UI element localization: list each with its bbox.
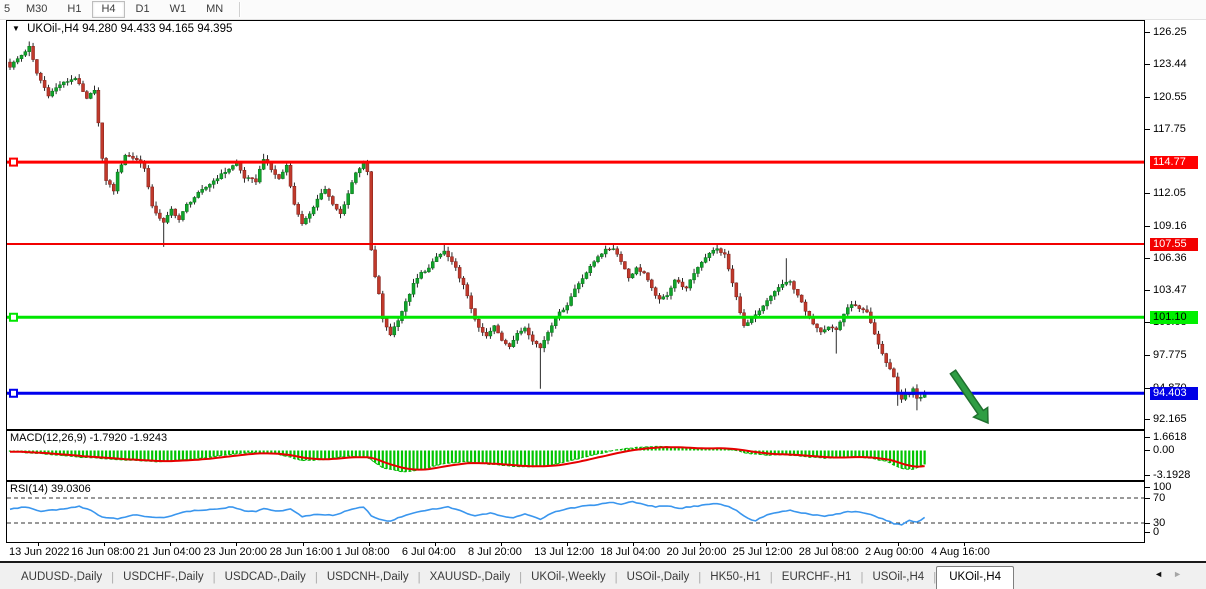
timeframe-button-h4[interactable]: H4 <box>92 1 124 18</box>
chart-frame <box>6 20 1145 543</box>
rsi-tick-100-dash <box>1145 487 1150 488</box>
price-tick-103.47: 103.47 <box>1153 284 1187 296</box>
rsi-indicator-label: RSI(14) 39.0306 <box>10 483 91 495</box>
macd-tick-0.00-dash <box>1145 450 1150 451</box>
tab-eurchf-h1[interactable]: EURCHF-,H1 <box>773 568 861 589</box>
tab-xauusd-daily[interactable]: XAUUSD-,Daily <box>421 568 520 589</box>
price-tick-97.775-dash <box>1145 355 1150 356</box>
price-tick-92.165: 92.165 <box>1153 413 1187 425</box>
price-chart-canvas[interactable] <box>7 21 1144 429</box>
macd-tick--3.1928-dash <box>1145 475 1150 476</box>
hline-handle[interactable] <box>10 390 17 397</box>
price-tick-109.16-dash <box>1145 226 1150 227</box>
time-label-3: 23 Jun 20:00 <box>203 546 267 558</box>
timeframe-button-w1[interactable]: W1 <box>161 1 196 18</box>
chart-title: ▼ UKOil-,H4 94.280 94.433 94.165 94.395 <box>12 23 232 35</box>
tab-audusd-daily[interactable]: AUDUSD-,Daily <box>12 568 111 589</box>
chart-tab-bar: AUDUSD-,Daily|USDCHF-,Daily|USDCAD-,Dail… <box>0 563 1206 589</box>
chart-symbol: UKOil-,H4 <box>27 23 79 35</box>
price-tick-120.55: 120.55 <box>1153 91 1187 103</box>
time-label-12: 28 Jul 08:00 <box>799 546 859 558</box>
price-tick-126.25-dash <box>1145 32 1150 33</box>
rsi-line <box>10 502 925 525</box>
tabs: AUDUSD-,Daily|USDCHF-,Daily|USDCAD-,Dail… <box>12 565 1014 589</box>
price-tick-126.25: 126.25 <box>1153 26 1187 38</box>
chevron-down-icon[interactable]: ▼ <box>12 24 20 33</box>
hline-114.77[interactable] <box>7 159 1144 166</box>
tab-scroll-right-icon[interactable]: ► <box>1173 569 1192 579</box>
time-label-13: 2 Aug 00:00 <box>865 546 924 558</box>
timeframe-button-partial[interactable]: 5 <box>1 1 15 18</box>
time-label-10: 20 Jul 20:00 <box>667 546 727 558</box>
rsi-panel-canvas[interactable] <box>7 482 1144 542</box>
rsi-tick-30-dash <box>1145 523 1150 524</box>
rsi-tick-0-dash <box>1145 532 1150 533</box>
line-price-label-114.77: 114.77 <box>1150 156 1198 169</box>
price-tick-106.36: 106.36 <box>1153 252 1187 264</box>
time-label-1: 16 Jun 08:00 <box>71 546 135 558</box>
tab-scroll-left-icon[interactable]: ◄ <box>1154 569 1173 579</box>
macd-tick--3.1928: -3.1928 <box>1153 469 1190 481</box>
macd-panel-canvas[interactable] <box>7 431 1144 480</box>
price-tick-109.16: 109.16 <box>1153 220 1187 232</box>
tab-usdcnh-daily[interactable]: USDCNH-,Daily <box>318 568 418 589</box>
time-label-5: 1 Jul 08:00 <box>336 546 390 558</box>
timeframe-button-h1[interactable]: H1 <box>58 1 90 18</box>
price-tick-92.165-dash <box>1145 419 1150 420</box>
tab-ukoil-h4[interactable]: UKOil-,H4 <box>936 566 1014 589</box>
timeframe-button-mn[interactable]: MN <box>197 1 232 18</box>
timeframe-buttons: M30H1H4D1W1MN <box>16 1 233 18</box>
macd-tick-1.6618: 1.6618 <box>1153 431 1187 443</box>
timeframe-button-d1[interactable]: D1 <box>127 1 159 18</box>
timeframe-toolbar: 5 M30H1H4D1W1MN <box>0 0 1206 20</box>
macd-indicator-label: MACD(12,26,9) -1.7920 -1.9243 <box>10 432 167 444</box>
time-label-9: 18 Jul 04:00 <box>600 546 660 558</box>
time-label-6: 6 Jul 04:00 <box>402 546 456 558</box>
macd-tick-1.6618-dash <box>1145 437 1150 438</box>
price-tick-117.75: 117.75 <box>1153 123 1186 135</box>
time-label-8: 13 Jul 12:00 <box>534 546 594 558</box>
timeframe-button-m30[interactable]: M30 <box>17 1 56 18</box>
macd-tick-0.00: 0.00 <box>1153 444 1174 456</box>
time-label-2: 21 Jun 04:00 <box>137 546 201 558</box>
price-tick-120.55-dash <box>1145 97 1150 98</box>
time-label-7: 8 Jul 20:00 <box>468 546 522 558</box>
time-label-4: 28 Jun 16:00 <box>270 546 334 558</box>
tab-ukoil-weekly[interactable]: UKOil-,Weekly <box>522 568 615 589</box>
tab-usoil-h4[interactable]: USOil-,H4 <box>863 568 933 589</box>
line-price-label-94.403: 94.403 <box>1150 387 1198 400</box>
macd-histogram <box>10 446 925 472</box>
ohlc-values: 94.280 94.433 94.165 94.395 <box>82 23 232 35</box>
candles <box>9 41 927 410</box>
tab-usdchf-daily[interactable]: USDCHF-,Daily <box>114 568 213 589</box>
price-tick-117.75-dash <box>1145 129 1150 130</box>
tab-usdcad-daily[interactable]: USDCAD-,Daily <box>216 568 315 589</box>
price-tick-123.44-dash <box>1145 64 1150 65</box>
price-tick-112.05: 112.05 <box>1153 187 1186 199</box>
tab-hk50-h1[interactable]: HK50-,H1 <box>701 568 770 589</box>
rsi-tick-0: 0 <box>1153 526 1159 538</box>
rsi-tick-70: 70 <box>1153 492 1165 504</box>
time-label-14: 4 Aug 16:00 <box>931 546 990 558</box>
hline-handle[interactable] <box>10 159 17 166</box>
time-axis[interactable]: 13 Jun 202216 Jun 08:0021 Jun 04:0023 Ju… <box>6 543 1145 561</box>
rsi-tick-70-dash <box>1145 498 1150 499</box>
price-tick-106.36-dash <box>1145 258 1150 259</box>
price-tick-123.44: 123.44 <box>1153 58 1187 70</box>
price-tick-103.47-dash <box>1145 290 1150 291</box>
line-price-label-107.55: 107.55 <box>1150 238 1198 251</box>
hline-handle[interactable] <box>10 314 17 321</box>
tab-usoil-daily[interactable]: USOil-,Daily <box>618 568 699 589</box>
time-label-11: 25 Jul 12:00 <box>733 546 793 558</box>
price-tick-97.775: 97.775 <box>1153 349 1187 361</box>
down-arrow-object[interactable] <box>946 367 995 428</box>
time-label-0: 13 Jun 2022 <box>9 546 70 558</box>
price-axis[interactable]: 126.25 123.44 120.55 117.75 112.05 109.16 106.… <box>1145 20 1206 561</box>
line-price-label-101.10: 101.10 <box>1150 311 1198 324</box>
hline-101.1[interactable] <box>7 314 1144 321</box>
tab-scroll-arrows: ◄► <box>1154 569 1192 579</box>
price-tick-112.05-dash <box>1145 193 1150 194</box>
mt4-chart-window: 5 M30H1H4D1W1MN ▼ UKOil-,H4 94.280 94.43… <box>0 0 1206 589</box>
toolbar-separator <box>239 2 241 17</box>
